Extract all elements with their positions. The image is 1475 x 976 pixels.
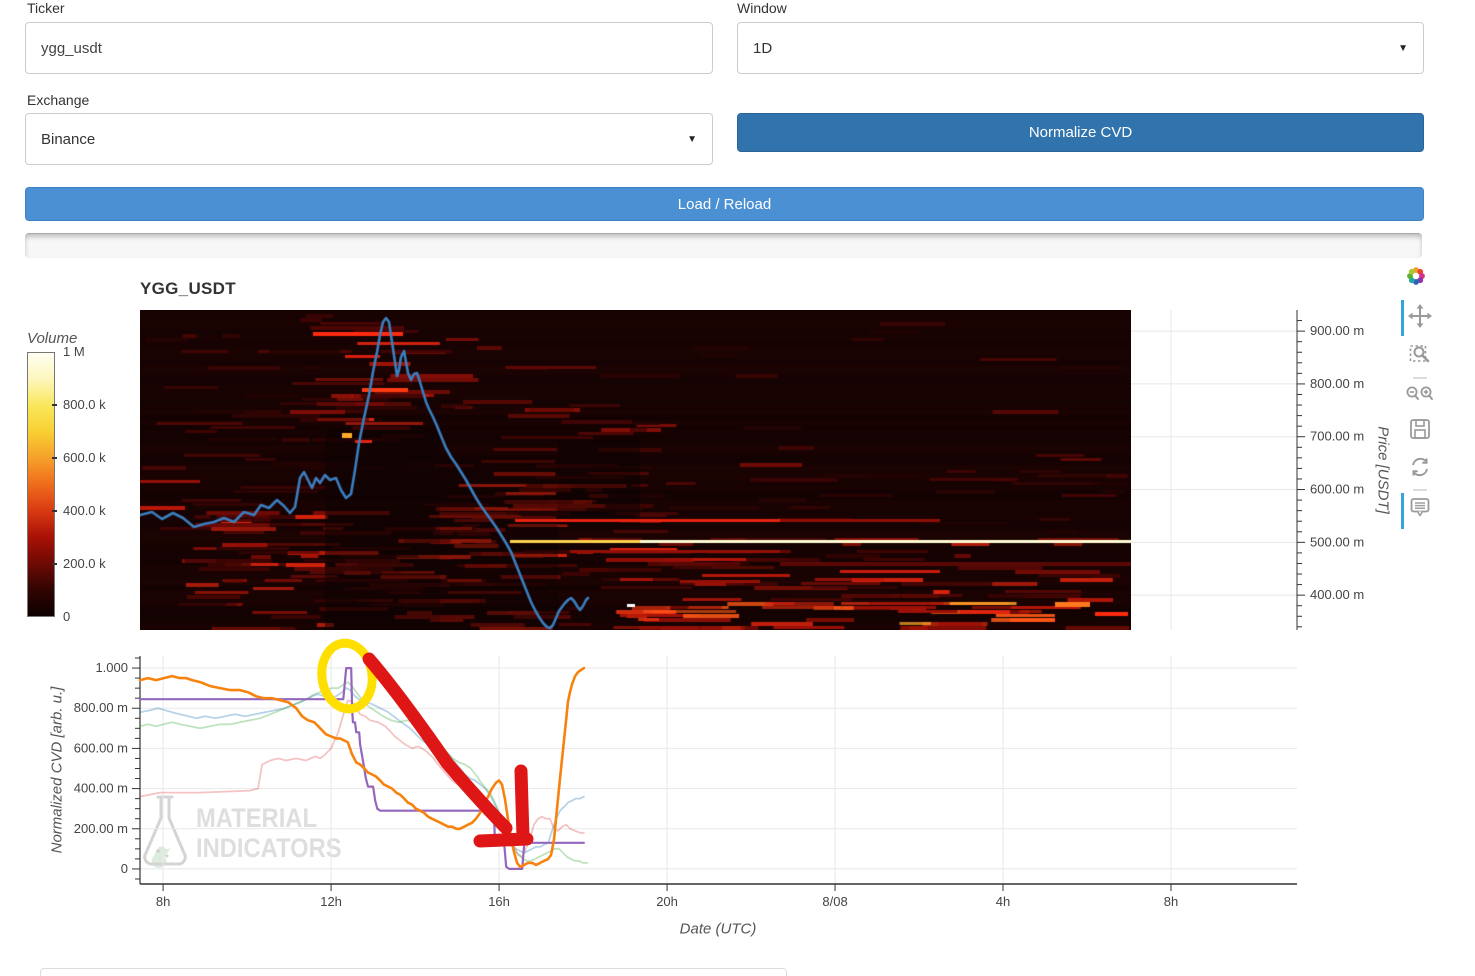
chevron-down-icon: ▼ (687, 133, 697, 145)
colorbar-tick-label: 0 (63, 609, 71, 624)
annotation-arrow-shaft (362, 652, 513, 835)
colorbar-tick-label: 1 M (63, 344, 85, 359)
annotation-arrow-head (514, 764, 530, 844)
hover-active-indicator (1401, 493, 1404, 529)
annotation-highlight-circle (317, 638, 377, 714)
date-tick-label: 16h (488, 894, 510, 909)
cvd-axis-title: Normalized CVD [arb. u.] (48, 686, 66, 854)
material-indicators-watermark: MATERIAL INDICATORS (138, 793, 362, 869)
pan-active-indicator (1401, 300, 1404, 336)
cvd-y-tick-label: 200.00 m (74, 821, 128, 836)
volume-heatmap[interactable] (140, 310, 1131, 630)
window-label: Window (737, 0, 787, 16)
bottom-panel (40, 968, 787, 976)
normalize-cvd-button[interactable]: Normalize CVD (737, 113, 1424, 152)
price-tick-label: 900.00 m (1310, 323, 1364, 338)
colorbar-tick (52, 563, 57, 565)
exchange-label: Exchange (27, 92, 90, 108)
app-root: Ticker Window 1D ▼ Exchange Binance ▼ No… (0, 0, 1475, 976)
progress-bar (25, 233, 1422, 258)
exchange-select[interactable]: Binance ▼ (25, 113, 713, 165)
cvd-y-tick-label: 400.00 m (74, 781, 128, 796)
watermark-line1: MATERIAL (196, 803, 317, 833)
date-tick-label: 4h (996, 894, 1010, 909)
zoom-in-out-icon[interactable] (1405, 383, 1435, 405)
flask-icon (143, 795, 187, 869)
cvd-y-tick-label: 800.00 m (74, 700, 128, 715)
price-tick-label: 700.00 m (1310, 429, 1364, 444)
price-axis-title: Price [USDT] (1374, 426, 1392, 514)
colorbar-tick-label: 800.0 k (63, 397, 106, 412)
ticker-input[interactable] (25, 22, 713, 74)
date-tick-label: 20h (656, 894, 678, 909)
chevron-down-icon: ▼ (1398, 42, 1408, 54)
date-axis-title: Date (UTC) (679, 920, 757, 938)
save-snapshot-icon[interactable] (1408, 417, 1432, 441)
exchange-select-value: Binance (41, 130, 96, 148)
price-tick-label: 800.00 m (1310, 376, 1364, 391)
pan-icon[interactable] (1408, 304, 1432, 328)
cvd-y-tick-label: 1.000 (95, 660, 128, 675)
volume-colorbar (27, 352, 55, 617)
price-tick-label: 600.00 m (1310, 482, 1364, 497)
toggle-hover-icon[interactable] (1408, 495, 1432, 519)
date-tick-label: 12h (320, 894, 342, 909)
colorbar-tick (52, 510, 57, 512)
cvd-y-tick-label: 0 (121, 861, 128, 876)
ticker-label: Ticker (27, 0, 65, 16)
annotation-arrow-head (473, 832, 534, 848)
colorbar-tick (52, 404, 57, 406)
colorbar-tick-label: 600.0 k (63, 450, 106, 465)
price-tick-label: 400.00 m (1310, 587, 1364, 602)
plotly-logo-icon[interactable] (1405, 265, 1427, 287)
modebar-separator (1413, 377, 1427, 379)
chart-title: YGG_USDT (140, 279, 236, 298)
price-tick-label: 500.00 m (1310, 534, 1364, 549)
box-zoom-icon[interactable] (1408, 341, 1432, 365)
load-reload-button[interactable]: Load / Reload (25, 187, 1424, 221)
reset-axes-icon[interactable] (1408, 455, 1432, 479)
date-tick-label: 8/08 (822, 894, 847, 909)
watermark-line2: INDICATORS (196, 833, 342, 863)
modebar-separator (1413, 489, 1427, 491)
date-tick-label: 8h (1164, 894, 1178, 909)
cvd-y-tick-label: 600.00 m (74, 740, 128, 755)
date-tick-label: 8h (156, 894, 170, 909)
colorbar-tick-label: 200.0 k (63, 556, 106, 571)
window-select-value: 1D (753, 39, 773, 57)
window-select[interactable]: 1D ▼ (737, 22, 1424, 74)
colorbar-tick (52, 457, 57, 459)
colorbar-tick-label: 400.0 k (63, 503, 106, 518)
